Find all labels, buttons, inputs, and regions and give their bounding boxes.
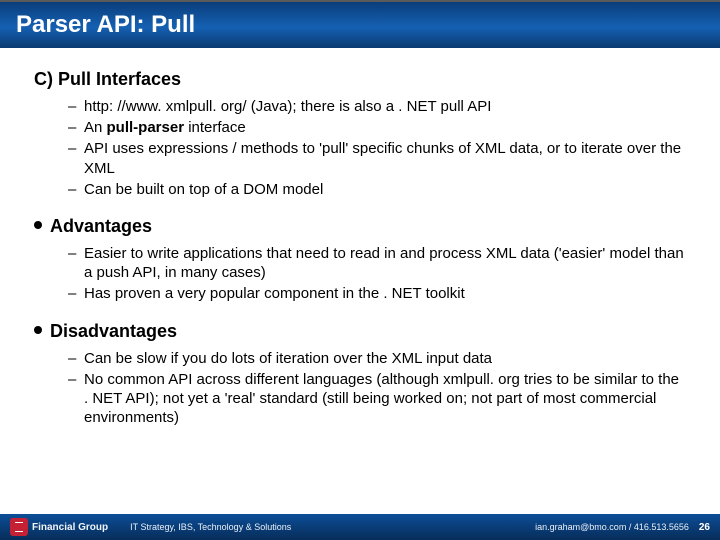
bullet-text: Can be slow if you do lots of iteration … [84, 349, 686, 368]
footer-center-text: IT Strategy, IBS, Technology & Solutions [126, 522, 535, 532]
slide-title: Parser API: Pull [16, 11, 195, 39]
bullet-text: An pull-parser interface [84, 118, 686, 137]
bullet-text: Has proven a very popular component in t… [84, 284, 686, 303]
list-item: –API uses expressions / methods to 'pull… [68, 139, 686, 177]
dash-icon: – [68, 118, 84, 137]
list-item: –Can be slow if you do lots of iteration… [68, 349, 686, 368]
section-heading-interfaces: C) Pull Interfaces [34, 68, 686, 91]
dash-icon: – [68, 244, 84, 282]
logo-text: Financial Group [32, 522, 108, 533]
dash-icon: – [68, 349, 84, 368]
title-bar: Parser API: Pull [0, 0, 720, 48]
section-heading-advantages: Advantages [34, 215, 686, 238]
dash-icon: – [68, 97, 84, 116]
page-number: 26 [699, 522, 710, 533]
list-item: –An pull-parser interface [68, 118, 686, 137]
logo-badge-icon [10, 518, 28, 536]
bullet-list: –Easier to write applications that need … [68, 244, 686, 304]
bmo-logo: Financial Group [10, 518, 108, 536]
footer-bar: Financial Group IT Strategy, IBS, Techno… [0, 514, 720, 540]
section-heading-disadvantages: Disadvantages [34, 320, 686, 343]
bullet-list: –Can be slow if you do lots of iteration… [68, 349, 686, 428]
slide-body: C) Pull Interfaces –http: //www. xmlpull… [0, 48, 720, 540]
list-item: –Has proven a very popular component in … [68, 284, 686, 303]
dash-icon: – [68, 284, 84, 303]
footer-contact: ian.graham@bmo.com / 416.513.5656 [535, 522, 689, 532]
dash-icon: – [68, 139, 84, 177]
list-item: –http: //www. xmlpull. org/ (Java); ther… [68, 97, 686, 116]
bullet-text: No common API across different languages… [84, 370, 686, 428]
bullet-list: –http: //www. xmlpull. org/ (Java); ther… [68, 97, 686, 199]
list-item: –No common API across different language… [68, 370, 686, 428]
list-item: –Easier to write applications that need … [68, 244, 686, 282]
bullet-text: http: //www. xmlpull. org/ (Java); there… [84, 97, 686, 116]
slide: Parser API: Pull C) Pull Interfaces –htt… [0, 0, 720, 540]
bullet-text: Can be built on top of a DOM model [84, 180, 686, 199]
dash-icon: – [68, 370, 84, 428]
list-item: –Can be built on top of a DOM model [68, 180, 686, 199]
bullet-text: Easier to write applications that need t… [84, 244, 686, 282]
bullet-text: API uses expressions / methods to 'pull'… [84, 139, 686, 177]
dash-icon: – [68, 180, 84, 199]
